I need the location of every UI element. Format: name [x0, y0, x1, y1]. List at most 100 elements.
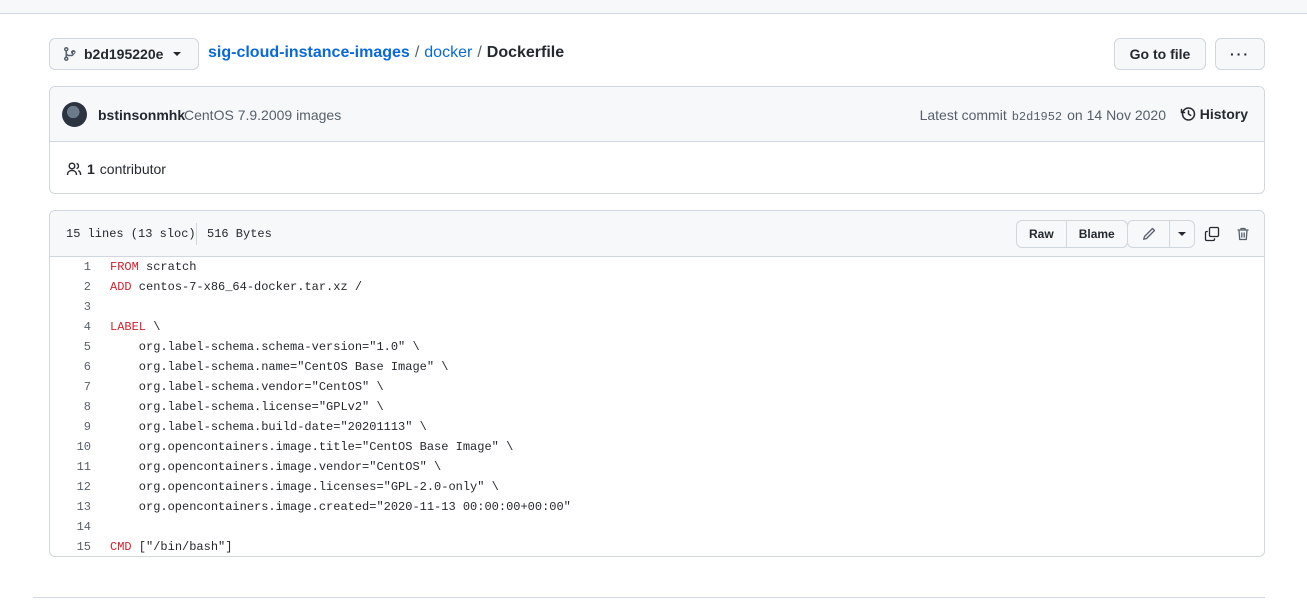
raw-button[interactable]: Raw — [1017, 221, 1066, 247]
history-label: History — [1199, 106, 1248, 122]
latest-commit-info: Latest commit b2d1952 on 14 Nov 2020 — [920, 107, 1166, 124]
line-content: org.label-schema.vendor="CentOS" \ — [91, 380, 384, 394]
line-number[interactable]: 7 — [50, 380, 91, 394]
code-text: org.label-schema.schema-version="1.0" \ — [110, 340, 420, 354]
line-content: org.opencontainers.image.licenses="GPL-2… — [91, 480, 499, 494]
line-number[interactable]: 12 — [50, 480, 91, 494]
breadcrumb-file-name: Dockerfile — [486, 44, 565, 61]
trash-icon — [1237, 227, 1249, 241]
code-line: 1 FROM scratch — [50, 257, 1264, 277]
code-line: 15 CMD ["/bin/bash"] — [50, 537, 1264, 556]
line-number[interactable]: 3 — [50, 300, 91, 314]
code-line: 14 — [50, 517, 1264, 537]
code-line: 12 org.opencontainers.image.licenses="GP… — [50, 477, 1264, 497]
line-number[interactable]: 11 — [50, 460, 91, 474]
history-icon — [1180, 107, 1196, 121]
file-size-info: 516 Bytes — [207, 227, 272, 241]
line-number[interactable]: 8 — [50, 400, 91, 414]
code-line: 11 org.opencontainers.image.vendor="Cent… — [50, 457, 1264, 477]
code-text: org.opencontainers.image.created="2020-1… — [110, 500, 571, 514]
code-text: org.label-schema.name="CentOS Base Image… — [110, 360, 449, 374]
breadcrumb-repo-link[interactable]: sig-cloud-instance-images — [208, 44, 410, 62]
code-line: 6 org.label-schema.name="CentOS Base Ima… — [50, 357, 1264, 377]
avatar[interactable] — [62, 102, 87, 127]
commit-sha-link[interactable]: b2d1952 — [1012, 110, 1062, 124]
code-line: 9 org.label-schema.build-date="20201113"… — [50, 417, 1264, 437]
delete-file-button[interactable] — [1233, 224, 1253, 244]
line-content: FROM scratch — [91, 260, 196, 274]
line-content: org.opencontainers.image.title="CentOS B… — [91, 440, 513, 454]
line-number[interactable]: 13 — [50, 500, 91, 514]
go-to-file-button[interactable]: Go to file — [1114, 38, 1206, 70]
more-options-button[interactable]: ··· — [1215, 38, 1265, 70]
blame-button[interactable]: Blame — [1065, 221, 1127, 247]
edit-dropdown-button[interactable] — [1169, 221, 1194, 247]
line-content: LABEL \ — [91, 320, 160, 334]
pencil-icon — [1142, 227, 1155, 240]
code-text: org.label-schema.license="GPLv2" \ — [110, 400, 384, 414]
line-number[interactable]: 10 — [50, 440, 91, 454]
code-line: 13 org.opencontainers.image.created="202… — [50, 497, 1264, 517]
edit-file-button[interactable] — [1128, 221, 1169, 247]
code-line: 2 ADD centos-7-x86_64-docker.tar.xz / — [50, 277, 1264, 297]
code-text: ["/bin/bash"] — [131, 540, 233, 554]
contributor-count: 1 — [87, 161, 95, 177]
file-viewer: 15 lines (13 sloc) 516 Bytes Raw Blame 1… — [49, 210, 1265, 557]
keyword-token: CMD — [110, 540, 132, 554]
keyword-token: LABEL — [110, 320, 147, 334]
line-content: org.label-schema.schema-version="1.0" \ — [91, 340, 420, 354]
divider — [196, 223, 197, 245]
code-line: 3 — [50, 297, 1264, 317]
line-number[interactable]: 5 — [50, 340, 91, 354]
line-content: org.opencontainers.image.created="2020-1… — [91, 500, 571, 514]
code-text: org.label-schema.build-date="20201113" \ — [110, 420, 427, 434]
code-text: scratch — [138, 260, 197, 274]
code-line: 7 org.label-schema.vendor="CentOS" \ — [50, 377, 1264, 397]
line-content: org.opencontainers.image.vendor="CentOS"… — [91, 460, 441, 474]
line-number[interactable]: 14 — [50, 520, 91, 534]
file-header: 15 lines (13 sloc) 516 Bytes Raw Blame — [50, 211, 1264, 257]
branch-name: b2d195220e — [84, 46, 164, 62]
line-content: ADD centos-7-x86_64-docker.tar.xz / — [91, 280, 362, 294]
branch-selector-button[interactable]: b2d195220e — [49, 38, 199, 70]
code-text: org.opencontainers.image.title="CentOS B… — [110, 440, 514, 454]
file-lines-info: 15 lines (13 sloc) — [66, 227, 196, 241]
line-number[interactable]: 15 — [50, 540, 91, 554]
breadcrumb: sig-cloud-instance-images / docker / Doc… — [208, 44, 564, 62]
edit-group — [1127, 220, 1195, 248]
keyword-token: FROM — [110, 260, 139, 274]
latest-commit-box: bstinsonmhk CentOS 7.9.2009 images Lates… — [49, 86, 1265, 194]
commit-date: on 14 Nov 2020 — [1067, 107, 1166, 123]
keyword-token: ADD — [110, 280, 132, 294]
code-text: centos-7-x86_64-docker.tar.xz / — [131, 280, 363, 294]
commit-author-link[interactable]: bstinsonmhk — [98, 107, 185, 123]
chevron-down-icon — [173, 52, 182, 56]
git-branch-icon — [64, 47, 76, 61]
contributors-link[interactable]: 1 contributor — [66, 161, 166, 177]
line-number[interactable]: 1 — [50, 260, 91, 274]
code-line: 10 org.opencontainers.image.title="CentO… — [50, 437, 1264, 457]
top-strip — [0, 0, 1307, 14]
line-content: org.label-schema.build-date="20201113" \ — [91, 420, 427, 434]
line-number[interactable]: 6 — [50, 360, 91, 374]
code-text: \ — [146, 320, 161, 334]
contributor-label: contributor — [99, 161, 166, 177]
history-link[interactable]: History — [1180, 106, 1248, 122]
people-icon — [66, 162, 82, 176]
line-content: org.label-schema.license="GPLv2" \ — [91, 400, 384, 414]
line-number[interactable]: 9 — [50, 420, 91, 434]
code-line: 5 org.label-schema.schema-version="1.0" … — [50, 337, 1264, 357]
code-text: org.label-schema.vendor="CentOS" \ — [110, 380, 384, 394]
commit-header: bstinsonmhk CentOS 7.9.2009 images Lates… — [50, 87, 1264, 142]
copy-raw-button[interactable] — [1202, 224, 1222, 244]
line-number[interactable]: 2 — [50, 280, 91, 294]
line-content: org.label-schema.name="CentOS Base Image… — [91, 360, 449, 374]
code-listing: 1 FROM scratch 2 ADD centos-7-x86_64-docker… — [50, 257, 1264, 556]
commit-message-link[interactable]: CentOS 7.9.2009 images — [184, 107, 341, 123]
line-number[interactable]: 4 — [50, 320, 91, 334]
latest-commit-label: Latest commit — [919, 107, 1007, 123]
kebab-icon: ··· — [1230, 46, 1250, 62]
breadcrumb-dir-link[interactable]: docker — [424, 44, 472, 62]
code-text: org.opencontainers.image.vendor="CentOS"… — [110, 460, 442, 474]
divider — [33, 597, 1265, 598]
